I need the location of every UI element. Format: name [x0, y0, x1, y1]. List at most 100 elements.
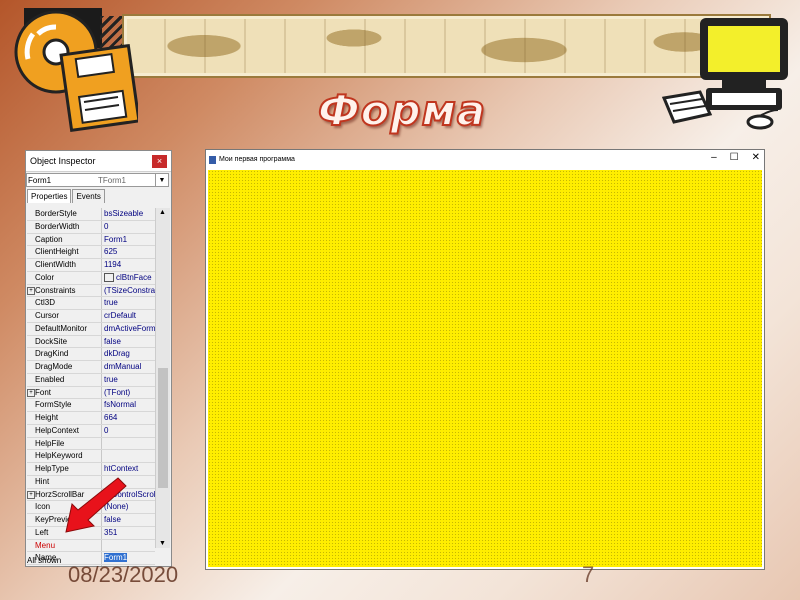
- property-row[interactable]: DragKind dkDrag: [27, 348, 155, 361]
- color-swatch-icon: [104, 273, 114, 283]
- property-key: Cursor: [27, 310, 102, 322]
- property-value[interactable]: (TFont): [102, 387, 155, 399]
- inspector-scrollbar[interactable]: ▲ ▼: [155, 208, 170, 548]
- property-row[interactable]: HelpContext 0: [27, 424, 155, 438]
- property-value-label: bsSizeable: [104, 209, 144, 218]
- property-key-label: HelpContext: [35, 425, 80, 435]
- property-row[interactable]: BorderWidth 0: [27, 220, 155, 234]
- property-row[interactable]: Ctl3D true: [27, 297, 155, 310]
- property-value[interactable]: [102, 450, 155, 462]
- property-value[interactable]: 0: [102, 221, 155, 233]
- property-value-label: false: [104, 336, 121, 346]
- property-row[interactable]: Cursor crDefault: [27, 310, 155, 323]
- property-row[interactable]: + Constraints (TSizeConstra: [27, 284, 155, 298]
- property-value[interactable]: dmActiveForm: [102, 323, 155, 335]
- property-key: Color: [27, 271, 102, 284]
- property-row[interactable]: DragMode dmManual: [27, 361, 155, 374]
- property-row[interactable]: ClientHeight 625: [27, 246, 155, 259]
- property-key: FormStyle: [27, 399, 102, 411]
- property-key: + Font: [27, 386, 102, 399]
- property-value[interactable]: dmManual: [102, 361, 155, 373]
- status-text: All shown: [27, 556, 62, 565]
- property-key-label: Constraints: [35, 285, 76, 295]
- property-value-label: 1194: [104, 260, 122, 269]
- property-key-label: Height: [35, 413, 59, 422]
- object-inspector-title: Object Inspector: [30, 156, 96, 166]
- property-value[interactable]: crDefault: [102, 310, 155, 322]
- property-key: Height: [27, 412, 102, 424]
- form-window[interactable]: Мои первая программа – ☐ ✕: [205, 149, 765, 570]
- property-key-label: HelpFile: [35, 438, 65, 448]
- property-key-label: DragKind: [35, 349, 69, 359]
- property-key: HelpKeyword: [27, 450, 102, 462]
- property-value[interactable]: true: [102, 374, 155, 386]
- property-key-label: DragMode: [35, 362, 73, 371]
- property-key-label: DockSite: [35, 336, 68, 346]
- property-key: HelpFile: [27, 437, 102, 450]
- maximize-icon[interactable]: ☐: [730, 152, 739, 163]
- property-key: DockSite: [27, 335, 102, 348]
- scroll-down-icon[interactable]: ▼: [159, 540, 166, 547]
- property-value[interactable]: 0: [102, 425, 155, 437]
- property-value[interactable]: Form1: [102, 234, 155, 246]
- close-window-icon[interactable]: ✕: [752, 152, 760, 163]
- property-value-label: 664: [104, 413, 118, 422]
- property-value[interactable]: clBtnFace: [102, 272, 155, 284]
- property-key-label: BorderWidth: [35, 221, 80, 231]
- property-row[interactable]: DefaultMonitor dmActiveForm: [27, 322, 155, 336]
- property-row[interactable]: Height 664: [27, 412, 155, 425]
- property-key-label: Font: [35, 387, 52, 397]
- property-value[interactable]: false: [102, 336, 155, 348]
- property-key: BorderStyle: [27, 208, 102, 220]
- expand-icon[interactable]: +: [27, 490, 35, 499]
- property-row[interactable]: + Font (TFont): [27, 386, 155, 400]
- component-name: Form1: [28, 175, 52, 185]
- scrollbar-thumb[interactable]: [158, 368, 168, 488]
- property-key-label: BorderStyle: [35, 209, 77, 218]
- property-row[interactable]: Color clBtnFace: [27, 271, 155, 285]
- property-row[interactable]: FormStyle fsNormal: [27, 399, 155, 412]
- property-value[interactable]: true: [102, 297, 155, 309]
- form-titlebar[interactable]: Мои первая программа: [206, 150, 764, 169]
- property-row[interactable]: ClientWidth 1194: [27, 259, 155, 272]
- property-value-label: 625: [104, 247, 118, 257]
- property-key: DragMode: [27, 361, 102, 373]
- close-icon[interactable]: ×: [152, 154, 167, 168]
- property-value[interactable]: fsNormal: [102, 399, 155, 411]
- tab-events[interactable]: Events: [72, 189, 105, 203]
- expand-icon[interactable]: +: [27, 388, 35, 397]
- property-value[interactable]: dkDrag: [102, 348, 155, 360]
- property-key-label: Icon: [35, 502, 51, 512]
- property-row[interactable]: HelpFile: [27, 437, 155, 451]
- property-key: Enabled: [27, 373, 102, 386]
- property-row[interactable]: Caption Form1: [27, 233, 155, 247]
- property-key: Ctl3D: [27, 297, 102, 309]
- tab-properties[interactable]: Properties: [27, 189, 72, 203]
- property-key: DragKind: [27, 348, 102, 360]
- property-key-label: Hint: [35, 476, 50, 486]
- component-selector[interactable]: Form1 TForm1 ▼: [26, 173, 169, 187]
- property-key: + Constraints: [27, 284, 102, 297]
- property-row[interactable]: BorderStyle bsSizeable: [27, 208, 155, 221]
- property-key-label: HelpKeyword: [35, 451, 83, 461]
- property-value[interactable]: 625: [102, 246, 155, 258]
- expand-icon[interactable]: +: [27, 286, 35, 295]
- property-value-label: 0: [104, 221, 109, 231]
- property-value[interactable]: [102, 438, 155, 450]
- property-value[interactable]: 1194: [102, 259, 155, 271]
- property-row[interactable]: Menu: [27, 539, 155, 553]
- form-client-area[interactable]: [208, 170, 762, 567]
- property-value-label: (TFont): [104, 387, 131, 397]
- property-value[interactable]: 664: [102, 412, 155, 424]
- minimize-icon[interactable]: –: [711, 152, 717, 163]
- property-row[interactable]: HelpKeyword: [27, 450, 155, 463]
- chevron-down-icon[interactable]: ▼: [155, 174, 168, 186]
- property-value[interactable]: [102, 540, 155, 552]
- property-row[interactable]: DockSite false: [27, 335, 155, 349]
- property-row[interactable]: Enabled true: [27, 373, 155, 387]
- property-key: ClientHeight: [27, 246, 102, 258]
- scroll-up-icon[interactable]: ▲: [159, 209, 166, 216]
- property-value[interactable]: (TSizeConstra: [102, 285, 155, 297]
- property-value-label: dmActiveForm: [104, 323, 155, 333]
- property-value[interactable]: bsSizeable: [102, 208, 155, 220]
